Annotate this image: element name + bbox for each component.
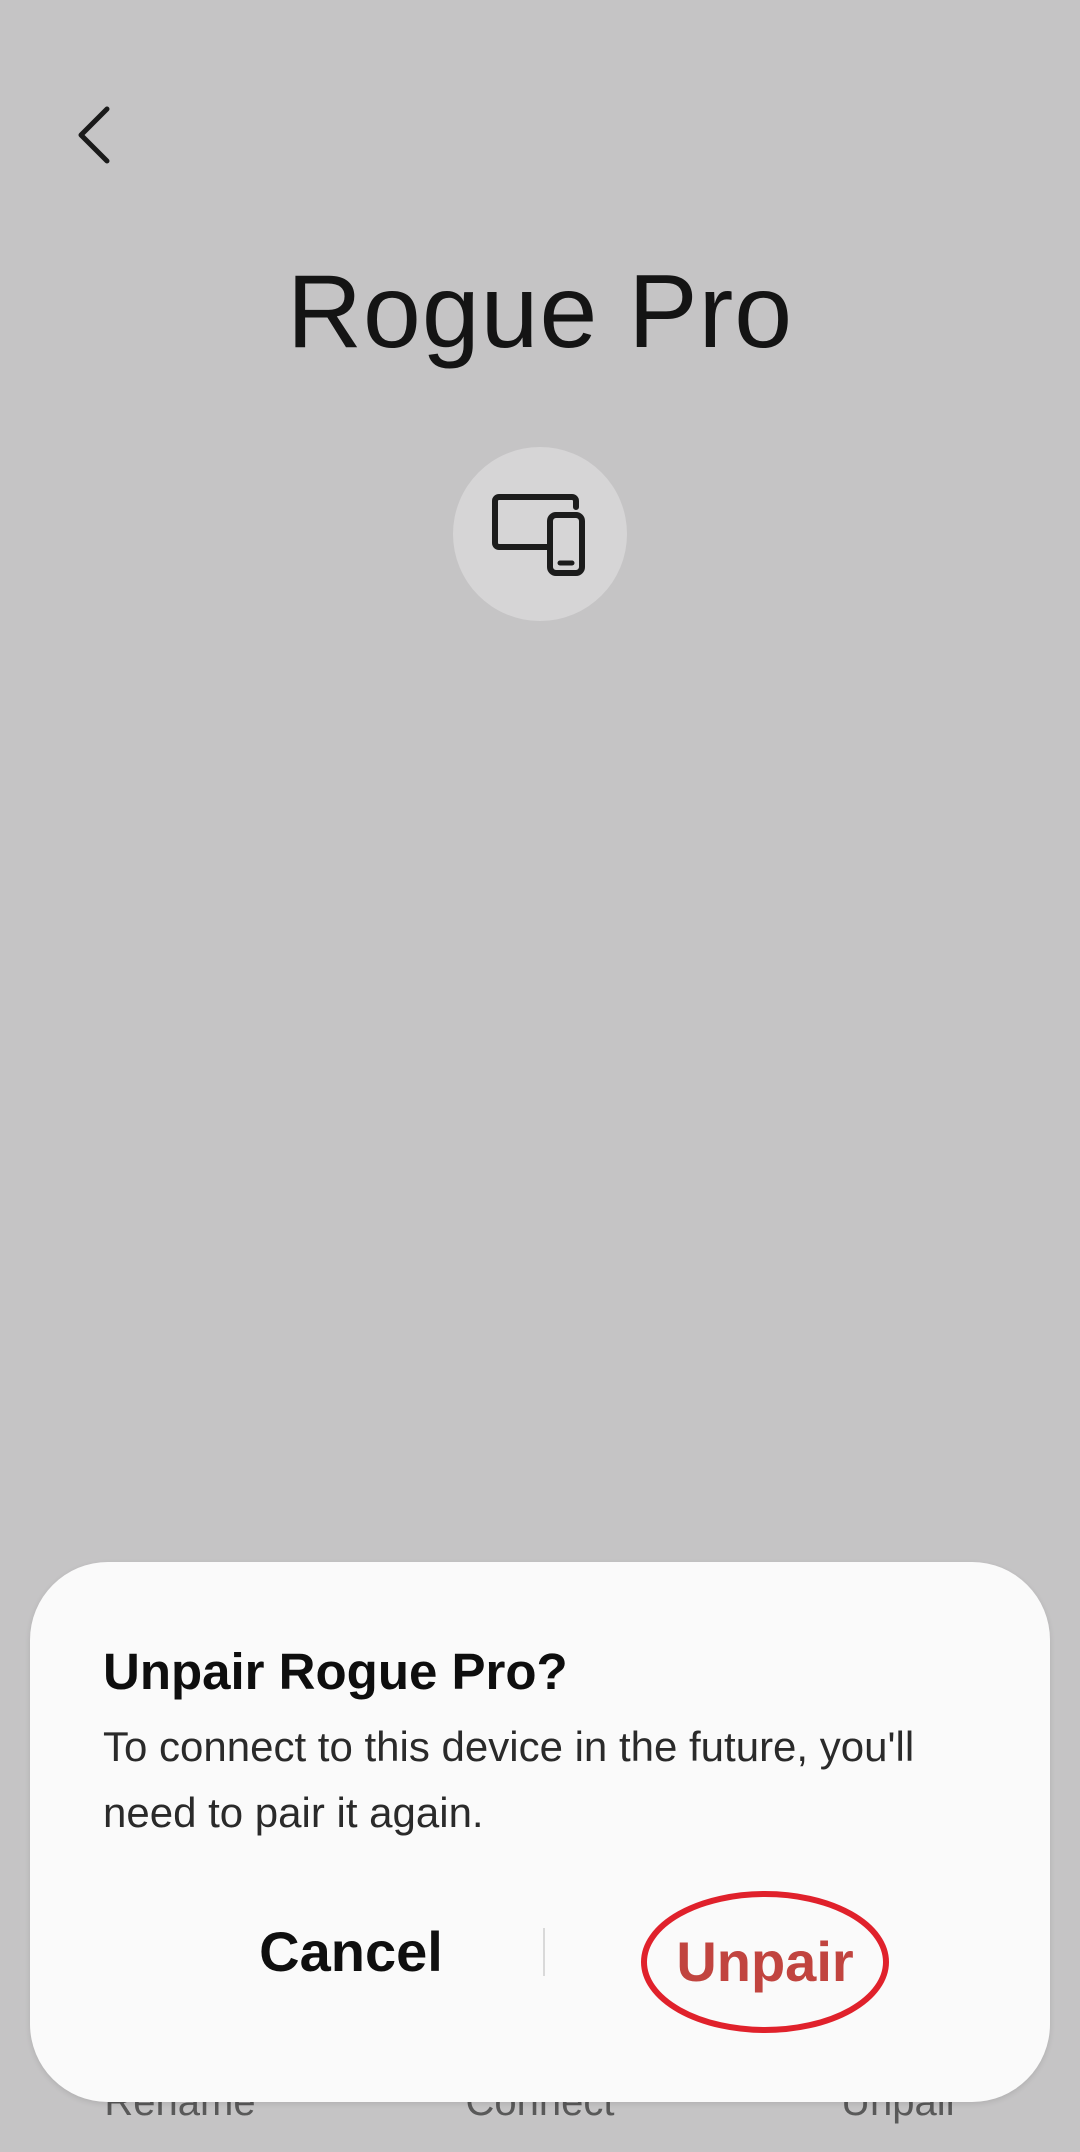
back-button[interactable] xyxy=(60,90,130,180)
unpair-dialog: Unpair Rogue Pro? To connect to this dev… xyxy=(30,1562,1050,2102)
dialog-message: To connect to this device in the future,… xyxy=(103,1723,915,1836)
unpair-confirm-button[interactable]: Unpair xyxy=(640,1890,890,2034)
dialog-title: Unpair Rogue Pro? xyxy=(103,1643,568,1700)
device-icon-container xyxy=(453,447,627,621)
cancel-button[interactable]: Cancel xyxy=(146,1892,556,2012)
devices-icon xyxy=(492,494,585,576)
dialog-button-row: Cancel Unpair xyxy=(30,1891,1050,2033)
button-divider xyxy=(543,1928,545,1976)
page-title: Rogue Pro xyxy=(286,254,794,370)
chevron-left-icon xyxy=(78,106,110,164)
